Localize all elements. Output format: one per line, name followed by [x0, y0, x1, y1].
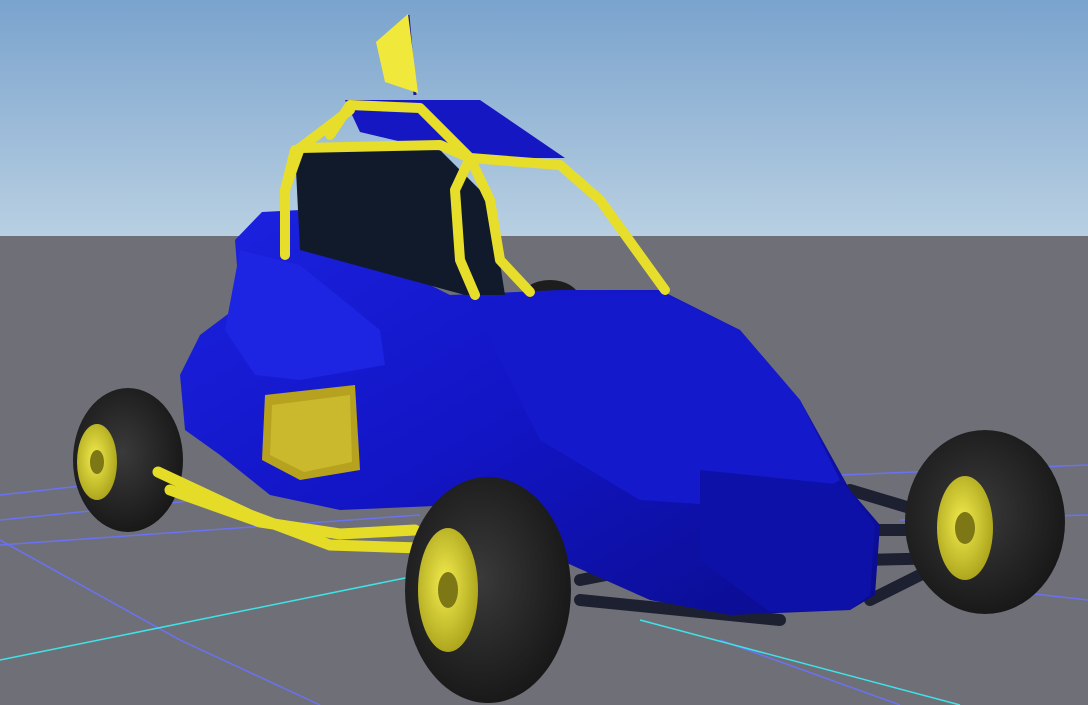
wheel-front-right [905, 430, 1065, 614]
wheel-front-left [405, 477, 571, 703]
wheel-rear-left [73, 388, 183, 532]
scene-render [0, 0, 1088, 705]
sky [0, 0, 1088, 238]
3d-viewport[interactable] [0, 0, 1088, 705]
